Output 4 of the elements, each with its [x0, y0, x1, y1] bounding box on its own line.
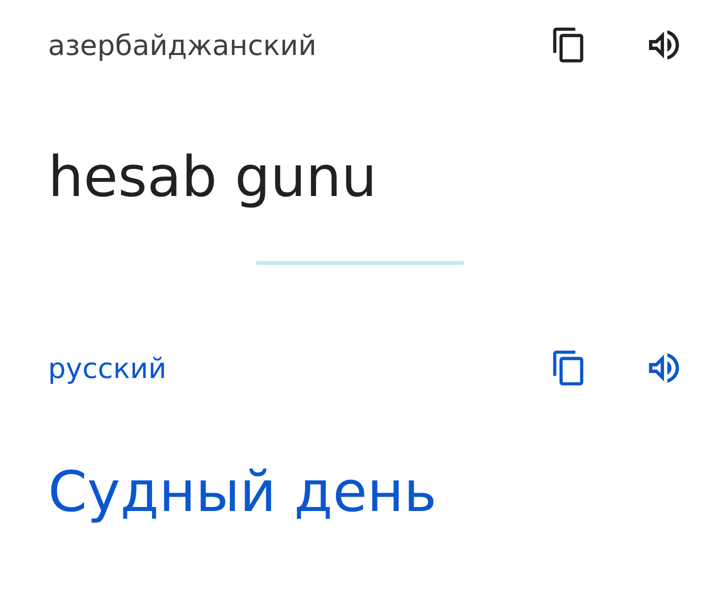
translation-text: Судный день: [48, 459, 438, 526]
language-label: русский: [48, 352, 166, 385]
language-label: азербайджанский: [48, 28, 316, 62]
translation-text: hesab gunu: [48, 144, 378, 212]
